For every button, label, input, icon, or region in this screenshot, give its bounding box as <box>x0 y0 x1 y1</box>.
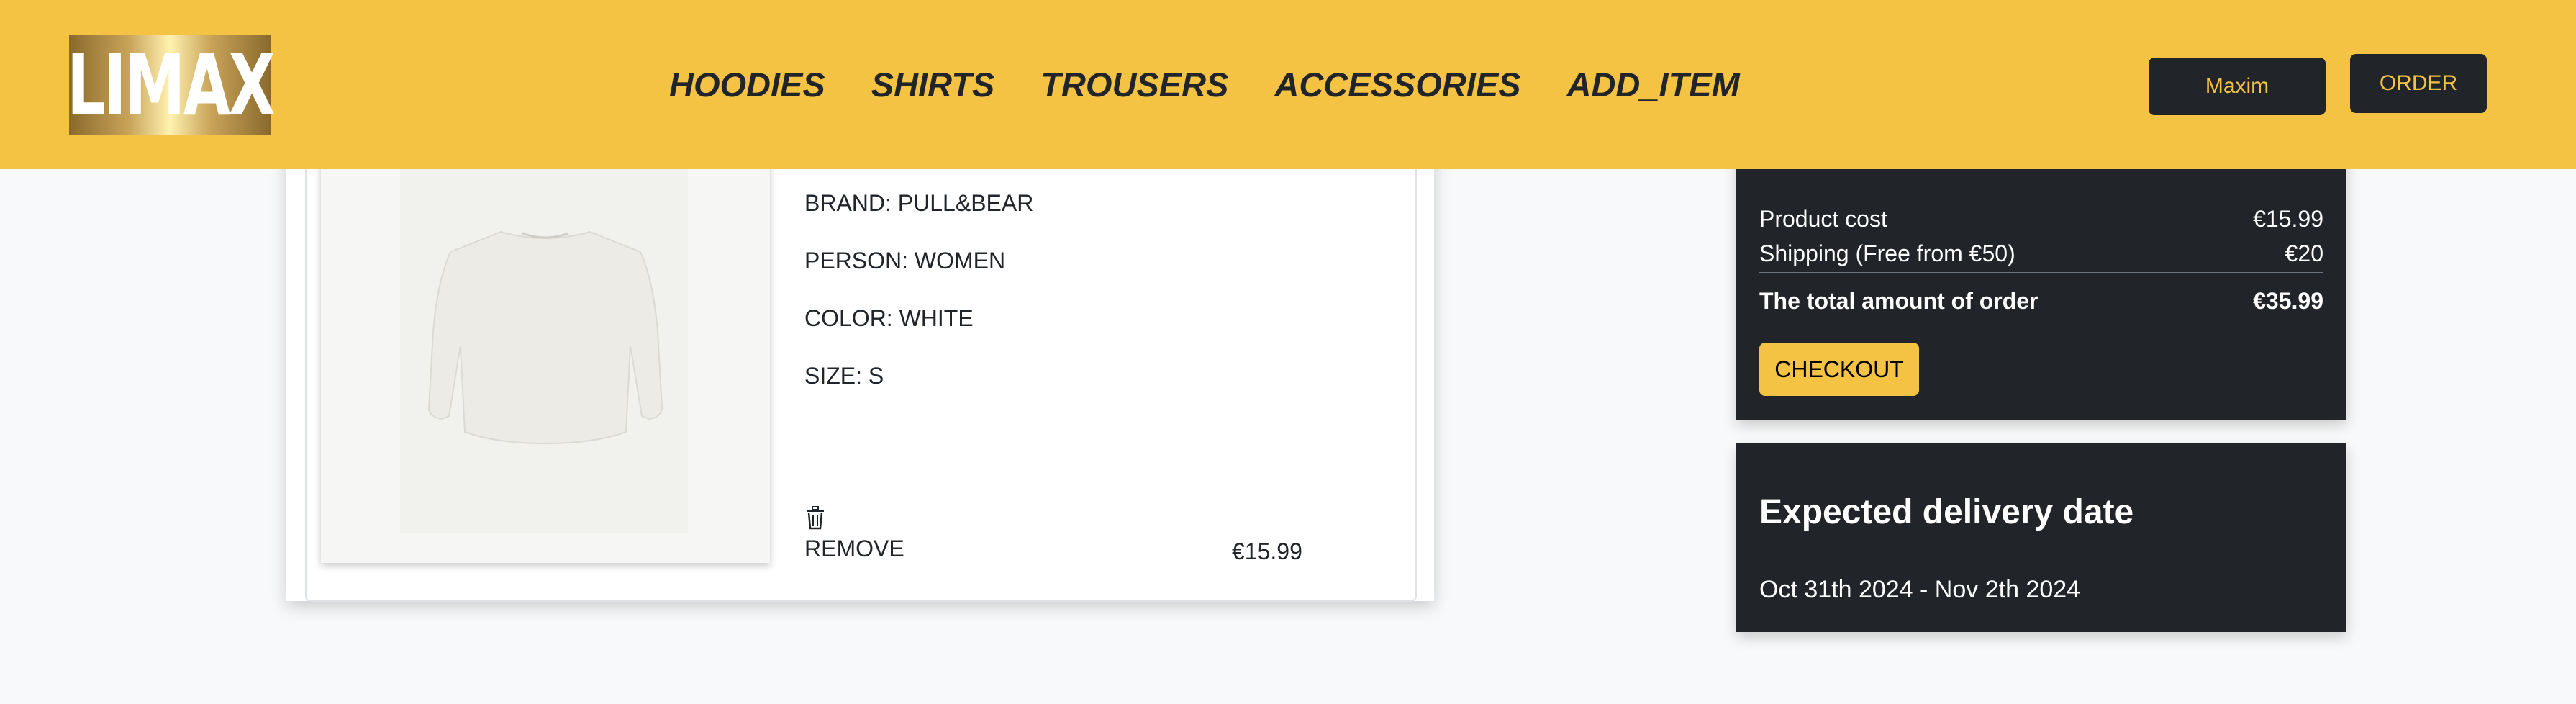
order-summary-panel: Product cost €15.99 Shipping (Free from … <box>1736 144 2346 420</box>
product-cost-value: €15.99 <box>2253 206 2323 232</box>
product-image <box>321 144 770 563</box>
order-button[interactable]: ORDER <box>2350 54 2487 113</box>
product-cost-label: Product cost <box>1759 206 1887 232</box>
checkout-button[interactable]: CHECKOUT <box>1759 343 1919 396</box>
logo-text: LIMAX <box>66 35 275 135</box>
user-account-button[interactable]: Maxim <box>2149 58 2326 115</box>
total-value: €35.99 <box>2253 288 2323 314</box>
total-label: The total amount of order <box>1759 288 2038 314</box>
delivery-title: Expected delivery date <box>1759 493 2134 531</box>
nav-trousers[interactable]: TROUSERS <box>1040 63 1228 107</box>
shipping-value: €20 <box>2285 240 2323 266</box>
brand-logo[interactable]: LIMAX <box>66 35 275 135</box>
main-nav: HOODIES SHIRTS TROUSERS ACCESSORIES ADD_… <box>669 63 1740 107</box>
total-row: The total amount of order €35.99 <box>1759 288 2323 315</box>
nav-accessories[interactable]: ACCESSORIES <box>1274 63 1520 107</box>
item-person: PERSON: WOMEN <box>804 248 1006 274</box>
item-price: €15.99 <box>1232 538 1302 564</box>
delivery-date-range: Oct 31th 2024 - Nov 2th 2024 <box>1759 576 2081 603</box>
nav-hoodies[interactable]: HOODIES <box>669 63 825 107</box>
shipping-label: Shipping (Free from €50) <box>1759 240 2015 266</box>
nav-shirts[interactable]: SHIRTS <box>871 63 995 107</box>
item-brand: BRAND: PULL&BEAR <box>804 190 1034 216</box>
delivery-panel: Expected delivery date Oct 31th 2024 - N… <box>1736 443 2346 632</box>
item-size: SIZE: S <box>804 363 884 389</box>
product-cost-row: Product cost €15.99 <box>1759 206 2323 233</box>
nav-add-item[interactable]: ADD_ITEM <box>1567 63 1740 107</box>
summary-divider <box>1759 272 2323 273</box>
trash-icon[interactable] <box>804 505 826 530</box>
item-color: COLOR: WHITE <box>804 305 974 331</box>
remove-button[interactable]: REMOVE <box>804 536 904 562</box>
shipping-row: Shipping (Free from €50) €20 <box>1759 240 2323 267</box>
top-navbar: LIMAX HOODIES SHIRTS TROUSERS ACCESSORIE… <box>0 0 2576 169</box>
